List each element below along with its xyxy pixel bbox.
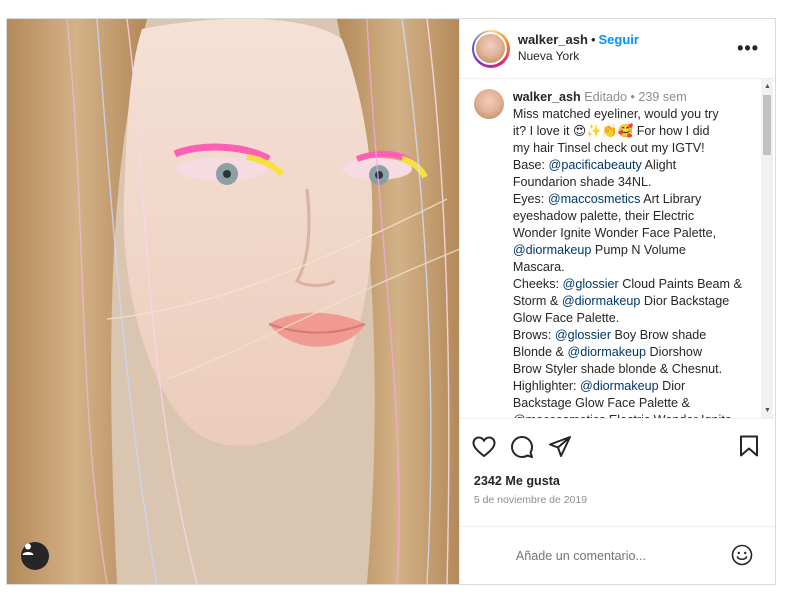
post-header: walker_ash • Seguir Nueva York ••• — [459, 19, 775, 79]
caption-avatar[interactable] — [473, 89, 504, 119]
caption-line: Foundarion shade 34NL. — [513, 174, 751, 191]
post-photo[interactable] — [7, 19, 459, 584]
avatar[interactable] — [471, 29, 510, 68]
caption-line: Storm & @diormakeup Dior Backstage — [513, 293, 751, 310]
caption-text-segment: Brow Styler shade blonde & Chesnut. — [512, 362, 723, 376]
caption-text-segment: Foundarion shade 34NL. — [512, 175, 652, 189]
portrait-illustration — [7, 19, 459, 584]
emoji-icon[interactable] — [731, 544, 753, 571]
location[interactable]: Nueva York — [518, 49, 639, 65]
comment-box — [459, 526, 775, 584]
caption-line: Base: @pacificabeauty Alight — [513, 157, 751, 174]
mention-link[interactable]: @maccosmetics — [548, 192, 641, 206]
scroll-thumb[interactable] — [763, 95, 771, 155]
separator-dot: • — [590, 32, 596, 48]
caption-text-segment: Base: — [512, 158, 549, 172]
caption-text-segment: Mascara. — [512, 260, 565, 274]
scroll-up-arrow-icon[interactable]: ▲ — [764, 83, 771, 90]
caption-line: Brow Styler shade blonde & Chesnut. — [513, 361, 751, 378]
caption-text-segment: Blonde & — [512, 345, 568, 359]
caption-text-segment: Cloud Paints Beam & — [618, 277, 742, 291]
caption-line: Eyes: @maccosmetics Art Library — [513, 191, 751, 208]
caption-text-segment: Glow Face Palette. — [512, 311, 620, 325]
caption-text-segment: Diorshow — [646, 345, 703, 359]
heart-icon[interactable] — [472, 435, 496, 458]
post-age: 239 sem — [638, 90, 687, 104]
caption-username[interactable]: walker_ash — [513, 90, 581, 104]
caption-text-segment: eyeshadow palette, their Electric — [512, 209, 695, 223]
caption-line: @diormakeup Pump N Volume — [513, 242, 751, 259]
edited-label: Editado — [584, 90, 627, 104]
follow-button[interactable]: Seguir — [599, 32, 639, 47]
meta-dot: • — [630, 90, 635, 104]
caption-text-segment: Storm & — [512, 294, 562, 308]
caption-text-segment: Boy Brow shade — [611, 328, 707, 342]
caption-text-segment: Dior Backstage — [640, 294, 730, 308]
comments-area[interactable]: walker_ash Editado • 239 sem Miss matche… — [460, 79, 775, 418]
caption-text-segment: Cheeks: — [512, 277, 563, 291]
bookmark-icon[interactable] — [739, 435, 759, 462]
caption-line: Blonde & @diormakeup Diorshow — [513, 344, 751, 361]
comment-icon[interactable] — [510, 435, 534, 459]
like-count[interactable]: 2342 Me gusta — [460, 474, 775, 492]
caption-line: eyeshadow palette, their Electric — [513, 208, 751, 225]
caption-text-segment: Art Library — [640, 192, 702, 206]
tag-people-icon[interactable] — [21, 542, 49, 570]
caption-line: Brows: @glossier Boy Brow shade — [513, 327, 751, 344]
caption-line: my hair Tinsel check out my IGTV! — [513, 140, 751, 157]
caption-text-segment: Eyes: — [512, 192, 548, 206]
caption-line: Cheeks: @glossier Cloud Paints Beam & — [513, 276, 751, 293]
mention-link[interactable]: @pacificabeauty — [549, 158, 642, 172]
post-date: 5 de noviembre de 2019 — [473, 494, 588, 506]
caption-text-segment: Backstage Glow Face Palette & — [512, 396, 690, 410]
caption-text-segment: Pump N Volume — [591, 243, 686, 257]
caption-text-segment: Dior — [658, 379, 686, 393]
mention-link[interactable]: @glossier — [555, 328, 611, 342]
mention-link[interactable]: @diormakeup — [513, 243, 592, 257]
post-sidebar: walker_ash • Seguir Nueva York ••• walker_… — [458, 19, 775, 584]
caption-line: Backstage Glow Face Palette & — [513, 395, 751, 412]
share-icon[interactable] — [548, 435, 572, 459]
instagram-post: walker_ash • Seguir Nueva York ••• walker_… — [6, 18, 776, 585]
caption-body: Miss matched eyeliner, would you try it? … — [513, 106, 751, 418]
mention-link[interactable]: @glossier — [563, 277, 619, 291]
caption-text-segment: Wonder Ignite Wonder Face Palette, — [512, 226, 717, 240]
more-options-icon[interactable]: ••• — [737, 39, 759, 57]
caption-text-segment: my hair Tinsel check out my IGTV! — [512, 141, 705, 155]
action-bar — [459, 418, 775, 474]
caption-line: Wonder Ignite Wonder Face Palette, — [513, 225, 751, 242]
scrollbar[interactable]: ▲ ▼ — [761, 79, 773, 418]
mention-link[interactable]: @diormakeup — [567, 345, 646, 359]
mention-link[interactable]: @diormakeup — [580, 379, 659, 393]
caption-line: Highlighter: @diormakeup Dior — [513, 378, 751, 395]
caption-text-segment: Miss matched eyeliner, would you try — [512, 107, 719, 121]
mention-link[interactable]: @diormakeup — [562, 294, 641, 308]
caption-line: Mascara. — [513, 259, 751, 276]
username[interactable]: walker_ash — [518, 32, 588, 47]
caption-text-segment: it? I love it 😍✨👏🥰 For how I did — [512, 124, 710, 138]
caption-line: Glow Face Palette. — [513, 310, 751, 327]
comment-input[interactable] — [515, 548, 716, 563]
caption: walker_ash Editado • 239 sem Miss matche… — [473, 89, 753, 418]
caption-line: it? I love it 😍✨👏🥰 For how I did — [513, 123, 751, 140]
caption-text-segment: Brows: — [512, 328, 555, 342]
caption-text-segment: Alight — [641, 158, 677, 172]
caption-text: walker_ash Editado • 239 sem Miss matche… — [513, 89, 751, 418]
caption-line: Miss matched eyeliner, would you try — [513, 106, 751, 123]
scroll-down-arrow-icon[interactable]: ▼ — [764, 407, 771, 414]
caption-text-segment: Highlighter: — [512, 379, 581, 393]
